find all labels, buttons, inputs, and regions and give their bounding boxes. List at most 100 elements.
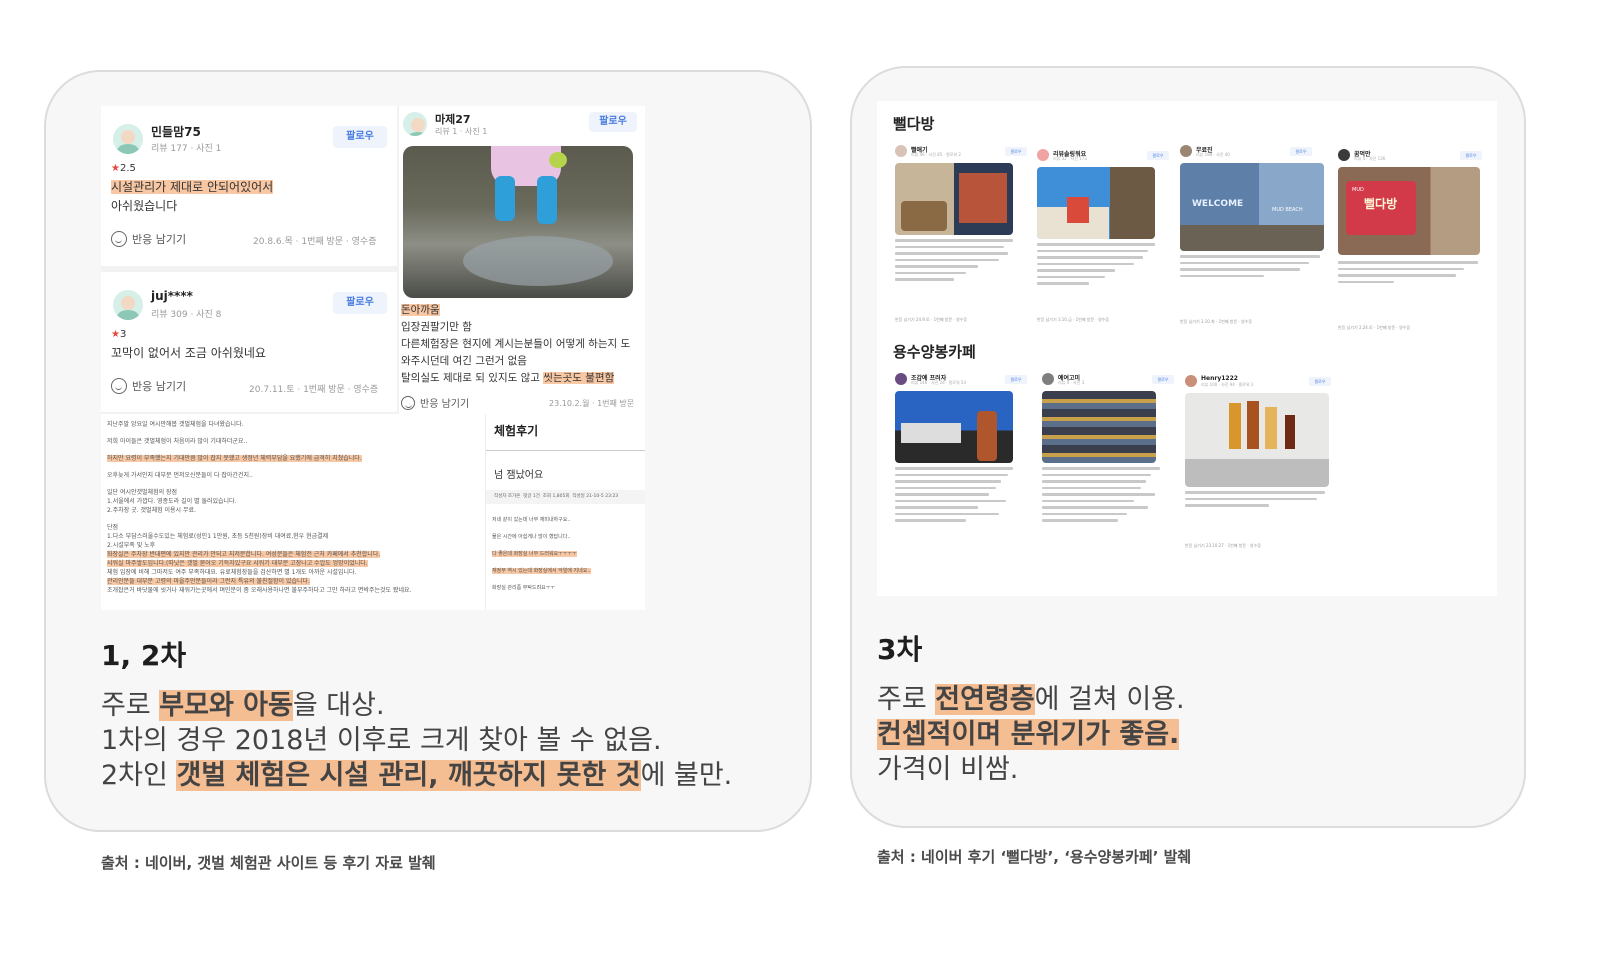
right-source: 출처 : 네이버 후기 ‘뻘다방’, ‘용수양봉카페’ 발췌 [877,848,1192,866]
reviewer-meta: 리뷰 100 · 사진 94 · 팔로워 3 [1201,382,1254,387]
review-footer: 반응 남기기 23.10.27 · 1번째 방문 · 영수증 [1185,543,1261,548]
blog-line: 지난주말 앙요일 여시만해봅 갯벌체험을 다녀왔습니다. [107,421,244,428]
review-text: 꼬막이 없어서 조금 아쉬웠네요 [111,346,266,360]
blog-line-highlighted: 화장실은 주차장 반대편에 있지만 관리가 안되고 지저분합니다. 여성분들은 … [107,551,381,558]
reviewer-meta: 리뷰 1 · 사진 1 [435,127,488,136]
section-title-yongsu-cafe: 용수양봉카페 [893,343,976,361]
blog-line: 1.서울에서 가깝다. 영종도라 길이 별 둘러있습니다. [107,498,237,505]
desc-line: 가격이 비쌈. [877,754,1019,785]
reviewer-meta: 리뷰 309 · 사진 8 [151,310,222,320]
reviewer-meta: 리뷰 177 · 사진 1 [151,144,222,154]
section-title-ppeoldabang: 뻘다방 [893,115,935,133]
review-photo[interactable]: MUD 뻘다방 [1338,167,1480,255]
review-card-3: 마제27 리뷰 1 · 사진 1 팔로우 돈아까움 입장권팔기만 함 다른체험장… [399,106,645,414]
smile-icon [111,231,127,247]
review-footer: 반응 남기기 24.9.토 · 1번째 방문 · 영수증 [895,317,968,322]
left-source: 출처 : 네이버, 갯벌 체험관 사이트 등 후기 자료 발췌 [101,854,436,872]
review-photo[interactable] [1042,391,1156,463]
avatar [113,124,143,154]
react-label: 반응 남기기 [132,233,187,246]
review-photo[interactable] [1037,167,1155,239]
board-line: 화장실 관리좀 부탁드려요ㅜㅜ [492,585,555,591]
smile-icon [111,378,127,394]
left-description: 주로 부모와 아동을 대상. 1차의 경우 2018년 이후로 크게 찾아 볼 … [101,690,733,791]
avatar [113,290,143,320]
blog-line: 조개잡은거 바닷물에 씻거나 재워가는곳에서 며민분이 좀 오래사용하나면 불부… [107,587,412,594]
follow-button[interactable]: 팔로우 [333,126,387,148]
blog-line-highlighted: 관리인분들 대부분 고령의 마을주민분들이라 그런지 특유의 불친절함이 있습니… [107,578,310,585]
react-button[interactable]: 반응 남기기 [111,378,186,394]
blog-line: 2.주차장 굿. 갯벌체험 이용시 무료. [107,507,196,514]
review-highlight: 씻는곳도 불편함 [543,372,615,384]
left-heading: 1, 2차 [101,639,187,672]
right-review-screenshot: 뻘다방 뻘애기 리뷰 46 · 사진 85 · 팔로워 2 팔로우 반응 남기기… [877,101,1497,596]
rating: ★3 [111,329,127,340]
photo-sign-welcome: WELCOME [1192,199,1244,209]
board-title: 체험후기 [494,424,539,438]
blog-post: 지난주말 앙요일 여시만해봅 갯벌체험을 다녀왔습니다. 저희 아이들은 갯벌체… [101,414,485,610]
review-photo[interactable] [1185,393,1329,487]
board-line-highlighted: 재정부 역시 있는데 화장실에서 악얼에 지네요.. [492,568,591,574]
follow-button[interactable]: 팔로우 [1005,375,1027,384]
review-line: 아쉬웠습니다 [111,199,178,213]
experience-review-board: 체험후기 넘 잼났어요 작성자 조가온 댓글 1건 조회 1,805회 작성일 … [485,414,645,610]
avatar [1042,373,1054,385]
blog-line: 2.시설부족 및 노후 [107,542,156,549]
react-label: 반응 남기기 [420,399,470,410]
follow-button[interactable]: 팔로우 [1309,377,1331,386]
follow-button[interactable]: 팔로우 [1152,375,1174,384]
avatar [403,112,427,136]
review-photo[interactable] [895,391,1013,463]
avatar [895,373,907,385]
reviewer-name[interactable]: Henry1222 [1201,375,1238,382]
review-photo[interactable] [895,163,1013,235]
star-icon: ★ [111,329,120,340]
react-button[interactable]: 반응 남기기 [401,395,469,410]
avatar [1180,145,1192,157]
visit-info: 23.10.2.월 · 1번째 방문 [549,399,635,408]
reviewer-name[interactable]: 마제27 [435,111,471,127]
board-line: 물은 시간에 아쉽게나 많이 했답니다.. [492,534,571,540]
visit-info: 20.7.11.토 · 1번째 방문 · 영수증 [249,385,379,395]
avatar [1185,375,1197,387]
board-line: 저네 같이 갔는데 너무 재미내하구요.. [492,517,571,523]
review-photo[interactable] [403,146,633,298]
avatar [1037,149,1049,161]
review-line: 입장권팔기만 함 [401,321,472,333]
highlight-concept: 컨셉적이며 분위기가 좋음. [877,719,1180,750]
review-footer: 반응 남기기 3.10.금 · 1번째 방문 · 영수증 [1037,317,1110,322]
reviewer-meta: 리뷰 32 · 사진 173 [1053,156,1087,161]
highlight-age-group: 전연령층 [935,684,1035,715]
blog-line-highlighted: 샤워실 마주쌓도입니다.(따낫은 갯벌 묻어오 기득자있구요 샤워기 대부분 고… [107,560,368,567]
blog-line: 저희 아이들은 갯벌체험이 처음이라 많이 기대하더군요.. [107,438,248,445]
avatar [1338,149,1350,161]
star-icon: ★ [111,163,120,174]
right-description: 주로 전연령층에 걸쳐 이용. 컨셉적이며 분위기가 좋음. 가격이 비쌈. [877,684,1185,785]
reviewer-name[interactable]: 민들맘75 [151,123,201,140]
blog-line-highlighted: 하지만 요령이 부족했는지 기대만큼 많이 잡지 못했고 생정년 체력부담을 요… [107,455,362,462]
reviewer-name[interactable]: juj**** [151,289,193,303]
blog-line: 오후늦게 가서인지 대부분 먼저오신분들이 다 잡아간건지.. [107,472,253,479]
review-highlight: 돈아까움 [401,304,440,316]
follow-button[interactable]: 팔로우 [1147,151,1169,160]
react-label: 반응 남기기 [132,380,187,393]
blog-line: 단점 [107,524,119,531]
photo-sign-mudbeach: MUD BEACH [1272,207,1303,213]
review-card-2: juj**** 리뷰 309 · 사진 8 팔로우 ★3 꼬막이 없어서 조금 … [101,272,397,412]
review-highlight: 시설관리가 제대로 안되어있어서 [111,180,274,194]
highlight-target-group: 부모와 아동 [159,690,293,721]
follow-button[interactable]: 팔로우 [1460,151,1482,160]
smile-icon [401,395,415,410]
review-card-1: 민들맘75 리뷰 177 · 사진 1 팔로우 ★2.5 시설관리가 제대로 안… [101,106,397,266]
follow-button[interactable]: 팔로우 [589,112,637,132]
reviewer-meta: 리뷰 4 · 사진 136 [1354,156,1386,161]
review-line: 탈의실도 제대로 되 있지도 않고 [401,372,544,384]
follow-button[interactable]: 팔로우 [1005,147,1027,156]
react-button[interactable]: 반응 남기기 [111,231,186,247]
follow-button[interactable]: 팔로우 [333,292,387,314]
photo-sign-mud: MUD [1352,187,1364,193]
review-text: 시설관리가 제대로 안되어있어서 아쉬웠습니다 [111,178,274,216]
reviewer-meta: 리뷰 198 · 사진 40 [1196,152,1230,157]
follow-button[interactable]: 팔로우 [1290,147,1312,156]
review-photo[interactable]: WELCOME MUD BEACH [1180,163,1324,251]
